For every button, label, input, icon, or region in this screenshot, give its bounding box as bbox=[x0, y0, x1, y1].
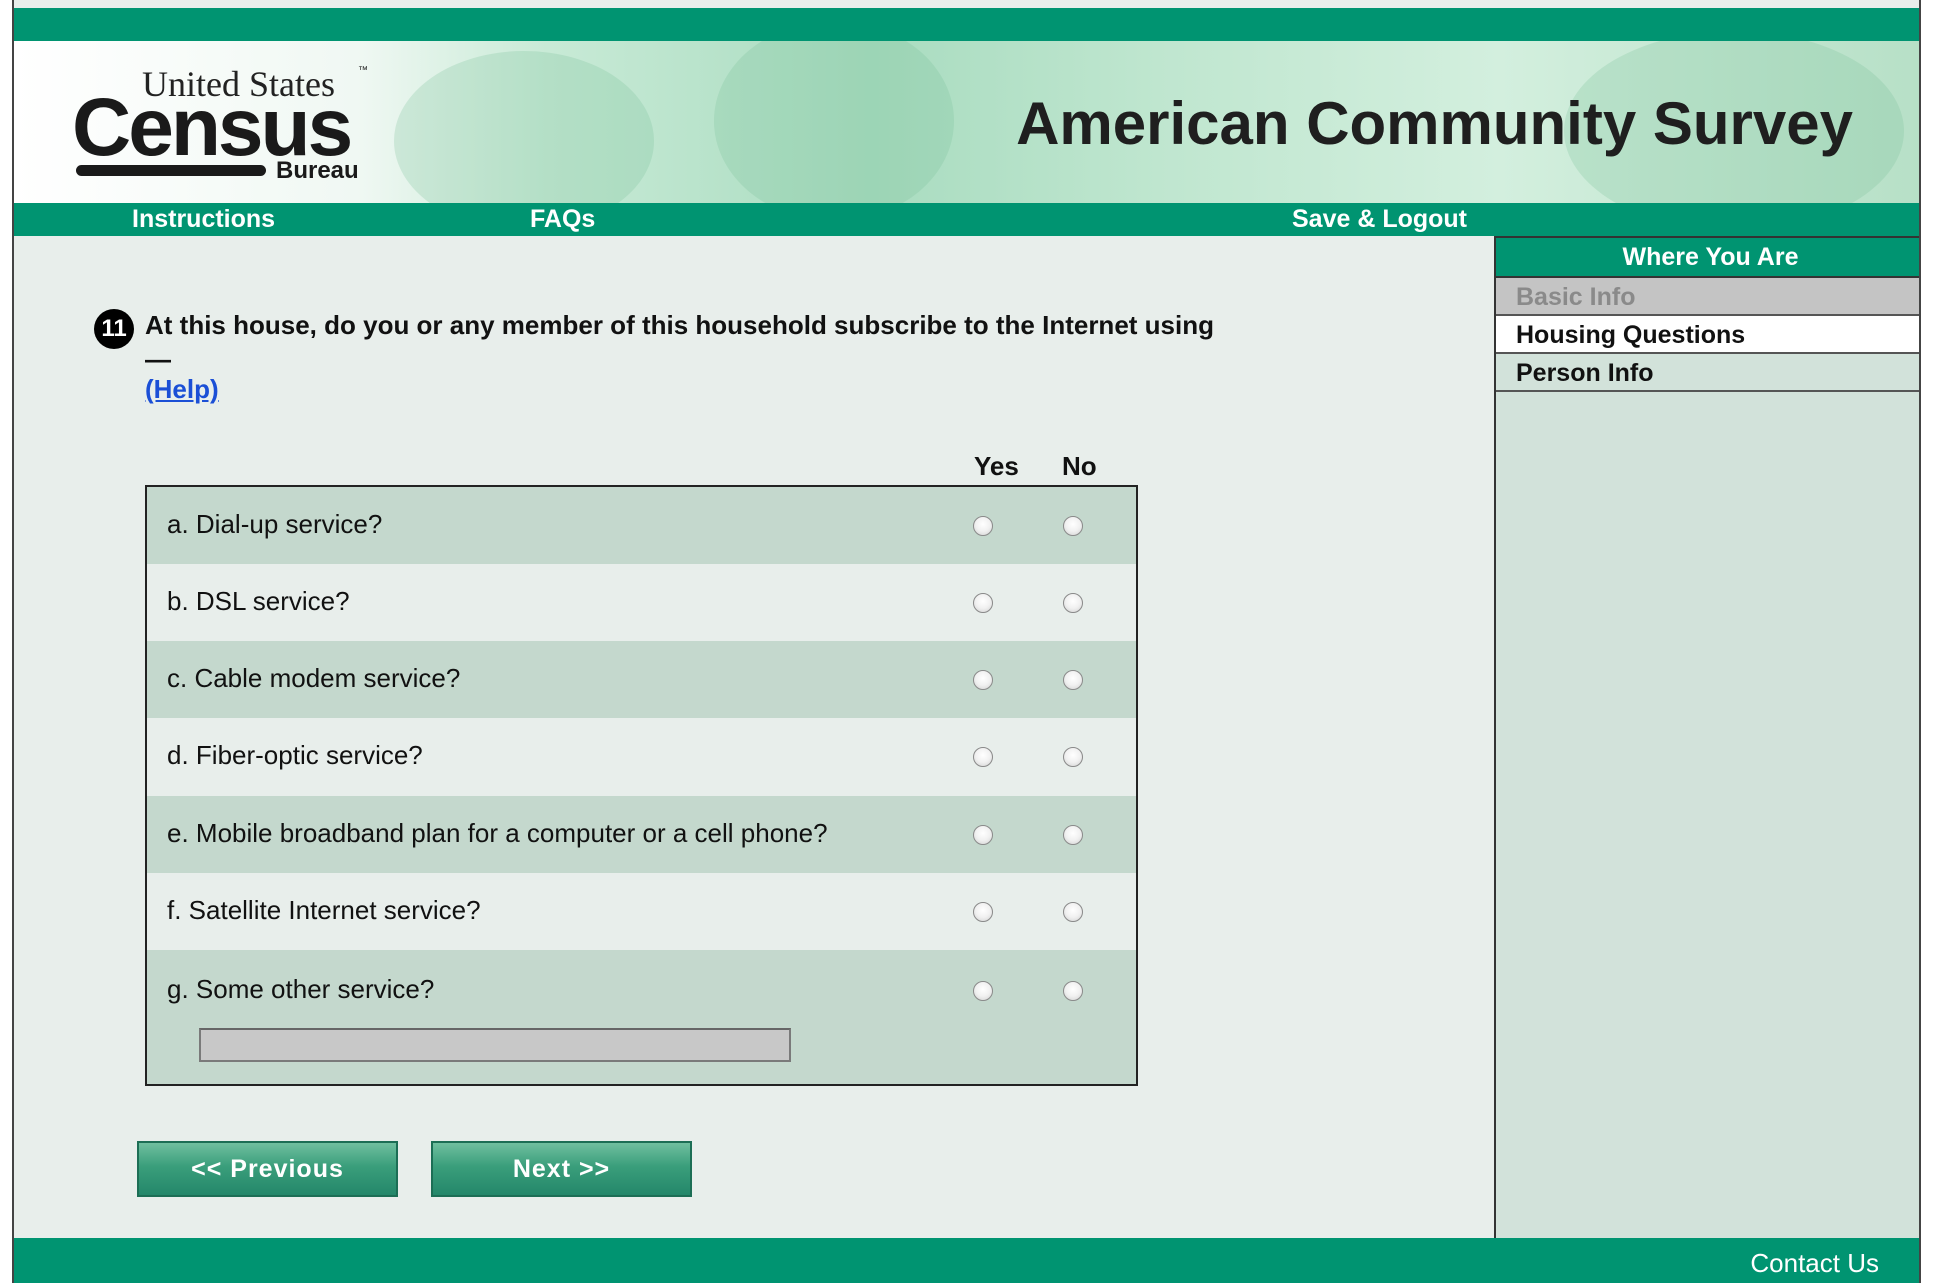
radio-yes[interactable] bbox=[973, 516, 993, 536]
top-nav: Instructions FAQs Save & Logout bbox=[14, 203, 1919, 236]
contact-us-link[interactable]: Contact Us bbox=[1750, 1248, 1879, 1279]
radio-no[interactable] bbox=[1063, 747, 1083, 767]
question-text: At this house, do you or any member of t… bbox=[145, 310, 1214, 374]
radio-no[interactable] bbox=[1063, 981, 1083, 1001]
options-grid: a. Dial-up service? b. DSL service? c. C… bbox=[145, 485, 1138, 1086]
previous-button[interactable]: << Previous bbox=[137, 1141, 398, 1197]
option-row-dialup: a. Dial-up service? bbox=[147, 487, 1136, 564]
question-number-badge: 11 bbox=[94, 309, 134, 349]
sidebar-heading: Where You Are bbox=[1496, 236, 1919, 278]
radio-yes[interactable] bbox=[973, 981, 993, 1001]
option-label: e. Mobile broadband plan for a computer … bbox=[167, 818, 828, 848]
page-title: American Community Survey bbox=[1016, 90, 1853, 157]
logo-underline bbox=[76, 165, 266, 176]
nav-faqs[interactable]: FAQs bbox=[530, 205, 595, 234]
option-row-fiber: d. Fiber-optic service? bbox=[147, 718, 1136, 796]
option-row-other: g. Some other service? bbox=[147, 950, 1136, 1084]
nav-save-logout[interactable]: Save & Logout bbox=[1292, 205, 1467, 234]
radio-yes[interactable] bbox=[973, 670, 993, 690]
header-banner: United States ™ Census Bureau American C… bbox=[14, 41, 1919, 203]
radio-yes[interactable] bbox=[973, 825, 993, 845]
option-label: b. DSL service? bbox=[167, 586, 350, 616]
sidebar-item-basic-info: Basic Info bbox=[1496, 278, 1919, 316]
radio-no[interactable] bbox=[1063, 593, 1083, 613]
option-label: f. Satellite Internet service? bbox=[167, 895, 481, 925]
top-stripe bbox=[14, 8, 1919, 41]
footer-bar: Contact Us bbox=[14, 1238, 1919, 1283]
radio-no[interactable] bbox=[1063, 670, 1083, 690]
radio-no[interactable] bbox=[1063, 825, 1083, 845]
logo-trademark: ™ bbox=[358, 65, 368, 76]
radio-no[interactable] bbox=[1063, 902, 1083, 922]
census-logo: United States ™ Census Bureau bbox=[72, 63, 372, 184]
option-row-mobile: e. Mobile broadband plan for a computer … bbox=[147, 796, 1136, 873]
radio-yes[interactable] bbox=[973, 593, 993, 613]
option-label: a. Dial-up service? bbox=[167, 509, 383, 539]
option-label: g. Some other service? bbox=[167, 974, 435, 1004]
radio-yes[interactable] bbox=[973, 902, 993, 922]
option-row-cable: c. Cable modem service? bbox=[147, 641, 1136, 718]
sidebar-item-person-info[interactable]: Person Info bbox=[1496, 354, 1919, 392]
nav-instructions[interactable]: Instructions bbox=[132, 205, 275, 234]
other-service-input[interactable] bbox=[199, 1028, 791, 1062]
column-header-no: No bbox=[1062, 451, 1097, 481]
banner-photo-blob bbox=[714, 41, 954, 203]
survey-frame: United States ™ Census Bureau American C… bbox=[12, 0, 1921, 1283]
sidebar-item-housing-questions[interactable]: Housing Questions bbox=[1496, 316, 1919, 354]
banner-photo-blob bbox=[394, 51, 654, 203]
option-label: d. Fiber-optic service? bbox=[167, 740, 423, 770]
logo-bureau: Bureau bbox=[276, 157, 359, 184]
radio-yes[interactable] bbox=[973, 747, 993, 767]
help-link[interactable]: (Help) bbox=[145, 374, 219, 405]
option-row-dsl: b. DSL service? bbox=[147, 564, 1136, 641]
column-header-yes: Yes bbox=[974, 451, 1019, 481]
progress-sidebar: Where You Are Basic Info Housing Questio… bbox=[1494, 236, 1919, 1238]
radio-no[interactable] bbox=[1063, 516, 1083, 536]
option-label: c. Cable modem service? bbox=[167, 663, 461, 693]
option-row-satellite: f. Satellite Internet service? bbox=[147, 873, 1136, 950]
next-button[interactable]: Next >> bbox=[431, 1141, 692, 1197]
